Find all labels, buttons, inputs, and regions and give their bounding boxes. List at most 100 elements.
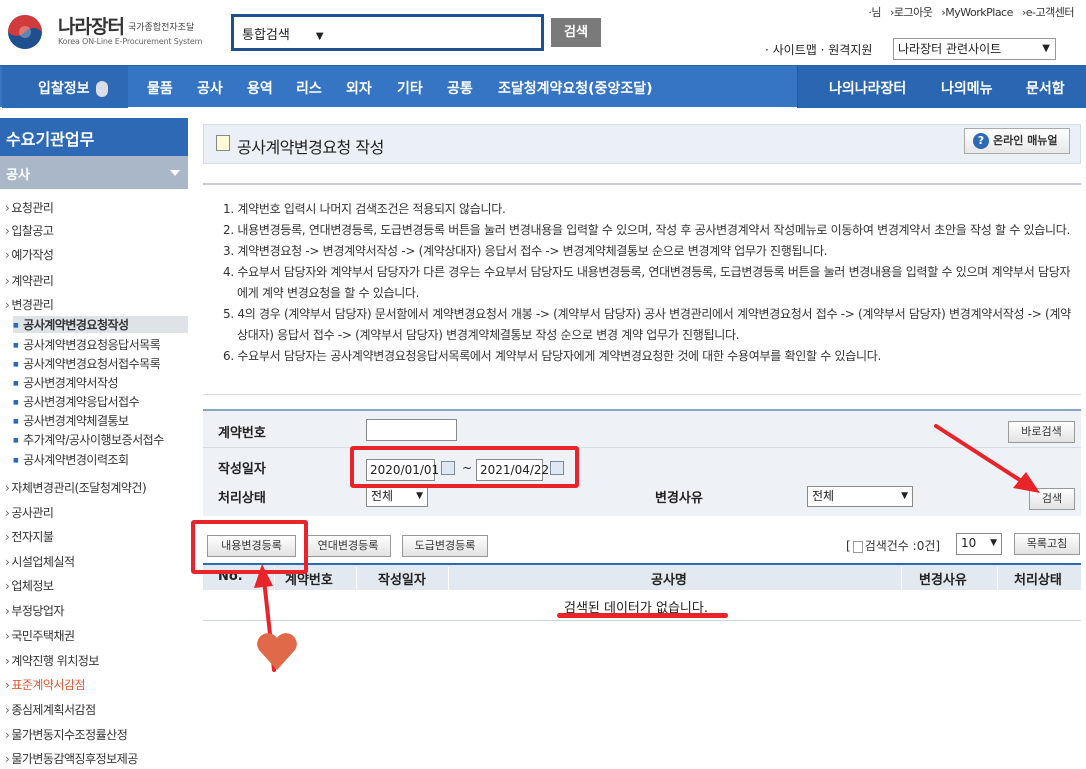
nav-right-block: 나의나라장터 나의메뉴 문서함 <box>797 66 1086 108</box>
nav-central-procurement[interactable]: 조달청계약요청(중앙조달) <box>498 78 652 98</box>
sidebar-subitem-receipt-list[interactable]: 공사계약변경요청서접수목록 <box>13 355 161 372</box>
global-search-button[interactable]: 검색 <box>551 18 601 47</box>
sidebar-item-company-info[interactable]: 업체정보 <box>5 577 54 594</box>
sidebar-subitem-response-list[interactable]: 공사계약변경요청응답서목록 <box>13 336 161 353</box>
reason-label: 변경사유 <box>655 491 703 506</box>
page-title-bar: 공사계약변경요청 작성 <box>203 124 1081 164</box>
status-select[interactable]: 전체 ▼ <box>366 486 428 507</box>
sidebar-item-change-mgmt[interactable]: 변경관리 <box>5 296 54 313</box>
sidebar-subitem-change-request-create[interactable]: 공사계약변경요청작성 <box>13 316 188 333</box>
search-scope-select[interactable]: 통합검색 ▼ <box>242 24 324 43</box>
column-change-reason: 변경사유 <box>919 573 967 588</box>
column-divider <box>997 567 998 592</box>
joint-change-register-button[interactable]: 연대변경등록 <box>305 535 391 557</box>
sidebar-item-debarred[interactable]: 부정당업자 <box>5 602 64 619</box>
sidebar-item-plan-deduct[interactable]: 종심제계획서감점 <box>5 701 96 718</box>
global-search-box[interactable]: 통합검색 ▼ <box>231 14 544 51</box>
table-header: No. 계약번호 작성일자 공사명 변경사유 처리상태 <box>203 563 1081 592</box>
sidebar-item-price-index[interactable]: 물가변동지수조정률산정 <box>5 726 127 743</box>
sidebar-item-request-mgmt[interactable]: 요청관리 <box>5 199 54 216</box>
notice-line: 5. 4의 경우 (계약부서 담당자) 문서함에서 계약변경요청서 개봉 -> … <box>223 307 1071 342</box>
column-project-name: 공사명 <box>651 573 687 588</box>
sidebar-subitem-change-contract-create[interactable]: 공사변경계약서작성 <box>13 374 118 391</box>
nav-services[interactable]: 용역 <box>247 78 273 98</box>
chevron-down-icon <box>170 170 180 176</box>
date-label: 작성일자 <box>218 462 266 477</box>
document-icon <box>852 540 863 553</box>
sidebar-item-contract-mgmt[interactable]: 계약관리 <box>5 272 54 289</box>
contract-no-label: 계약번호 <box>218 426 266 441</box>
notice-line: 1. 계약번호 입력시 나머지 검색조건은 적용되지 않습니다. <box>223 202 506 216</box>
sidebar-subitem-additional-contract[interactable]: 추가계약/공사이행보증서접수 <box>13 431 164 448</box>
chevron-down-icon: ▼ <box>901 491 908 501</box>
user-name-link[interactable]: ·님 <box>868 6 881 19</box>
sidebar-item-e-payment[interactable]: 전자지불 <box>5 528 54 545</box>
page-title: 공사계약변경요청 작성 <box>237 138 384 157</box>
sidebar-item-price-decrease[interactable]: 물가변동감액징후정보제공 <box>5 750 138 767</box>
chevron-down-icon: ▼ <box>315 31 324 42</box>
help-icon: ? <box>973 133 989 149</box>
sidebar-subitem-change-history[interactable]: 공사계약변경이력조회 <box>13 451 129 468</box>
korea-government-logo <box>8 15 42 49</box>
nav-etc[interactable]: 기타 <box>397 78 423 98</box>
underline-empty-message <box>557 613 728 618</box>
notice-line: 4. 수요부서 담당자와 계약부서 담당자가 다른 경우는 수요부서 담당자도 … <box>223 265 1071 300</box>
column-divider <box>356 567 357 592</box>
sidebar-section-construction[interactable]: 공사 <box>0 156 188 189</box>
chevron-down-icon: ▼ <box>416 491 423 501</box>
column-divider <box>901 567 902 592</box>
arrow-to-search-button <box>934 424 1040 493</box>
sidebar-header: 수요기관업무 <box>0 118 188 156</box>
sidebar-subitem-change-notify[interactable]: 공사변경계약체결통보 <box>13 412 129 429</box>
nav-foreign[interactable]: 외자 <box>346 78 372 98</box>
top-links: ·님 ›로그아웃 ›MyWorkPlace ›e-고객센터 <box>862 4 1074 20</box>
sidebar-item-contract-location[interactable]: 계약진행 위치정보 <box>5 652 99 669</box>
main-navbar: 입찰정보 물품 공사 용역 리스 외자 기타 공통 조달청계약요청(중앙조달) … <box>0 65 1086 108</box>
column-status: 처리상태 <box>1014 573 1062 588</box>
online-manual-button[interactable]: ? 온라인 매뉴얼 <box>964 128 1070 154</box>
sidebar-item-housing-bond[interactable]: 국민주택채권 <box>5 627 75 644</box>
mouse-icon <box>95 81 108 97</box>
status-label: 처리상태 <box>218 491 266 506</box>
refresh-list-button[interactable]: 목록고침 <box>1014 533 1080 555</box>
sidebar-item-estimate[interactable]: 예가작성 <box>5 246 54 263</box>
nav-common[interactable]: 공통 <box>447 78 473 98</box>
sidebar-item-construction-mgmt[interactable]: 공사관리 <box>5 504 54 521</box>
logout-link[interactable]: ›로그아웃 <box>890 6 933 19</box>
nav-my-narajangteo[interactable]: 나의나라장터 <box>829 78 906 98</box>
notice-line: 3. 계약변경요청 -> 변경계약서작성 -> (계약상대자) 응답서 접수 -… <box>223 244 828 258</box>
sidebar-item-self-change[interactable]: 자체변경관리(조달청계약건) <box>5 479 146 496</box>
chevron-down-icon: ▼ <box>1042 43 1050 54</box>
reason-select[interactable]: 전체 ▼ <box>807 486 913 507</box>
notice-line: 2. 내용변경등록, 연대변경등록, 도급변경등록 버튼을 눌러 변경내용을 입… <box>223 223 1071 237</box>
site-logo-subtitle: 국가종합전자조달 <box>128 23 195 33</box>
notice-box: 1. 계약번호 입력시 나머지 검색조건은 적용되지 않습니다. 2. 내용변경… <box>203 183 1081 395</box>
sidebar-subitem-change-response-receipt[interactable]: 공사변경계약응답서접수 <box>13 393 139 410</box>
myworkplace-link[interactable]: ›MyWorkPlace <box>941 6 1013 19</box>
subcontract-change-register-button[interactable]: 도급변경등록 <box>402 535 488 557</box>
nav-my-menu[interactable]: 나의메뉴 <box>941 78 993 98</box>
highlight-date-range <box>350 446 579 488</box>
sitemap-remote-links[interactable]: · 사이트맵 · 원격지원 <box>765 41 872 58</box>
site-logo-title[interactable]: 나라장터 <box>58 12 125 39</box>
nav-goods[interactable]: 물품 <box>147 78 173 98</box>
heart-icon <box>257 633 297 670</box>
sidebar-item-bid-notice[interactable]: 입찰공고 <box>5 222 54 239</box>
nav-construction[interactable]: 공사 <box>197 78 223 98</box>
contract-no-input[interactable] <box>366 419 457 441</box>
customer-center-link[interactable]: ›e-고객센터 <box>1022 6 1075 19</box>
memo-icon <box>216 135 230 151</box>
result-count: [검색건수 :0건] <box>846 539 941 553</box>
related-sites-select[interactable]: 나라장터 관련사이트 ▼ <box>893 38 1056 60</box>
column-created-date: 작성일자 <box>378 573 426 588</box>
nav-bid-info[interactable]: 입찰정보 <box>38 78 108 98</box>
chevron-down-icon: ▼ <box>990 538 997 548</box>
nav-lease[interactable]: 리스 <box>296 78 322 98</box>
sidebar-item-standard-contract-deduct[interactable]: 표준계약서감점 <box>5 676 85 693</box>
column-divider <box>448 567 449 592</box>
notice-line: 6. 수요부서 담당자는 공사계약변경요청응답서목록에서 계약부서 담당자에게 … <box>223 349 881 363</box>
nav-document-box[interactable]: 문서함 <box>1026 78 1065 98</box>
page-size-select[interactable]: 10 ▼ <box>956 533 1002 555</box>
site-logo-english: Korea ON-Line E-Procurement System <box>58 37 203 46</box>
sidebar-item-facility-record[interactable]: 시설업체실적 <box>5 553 75 570</box>
